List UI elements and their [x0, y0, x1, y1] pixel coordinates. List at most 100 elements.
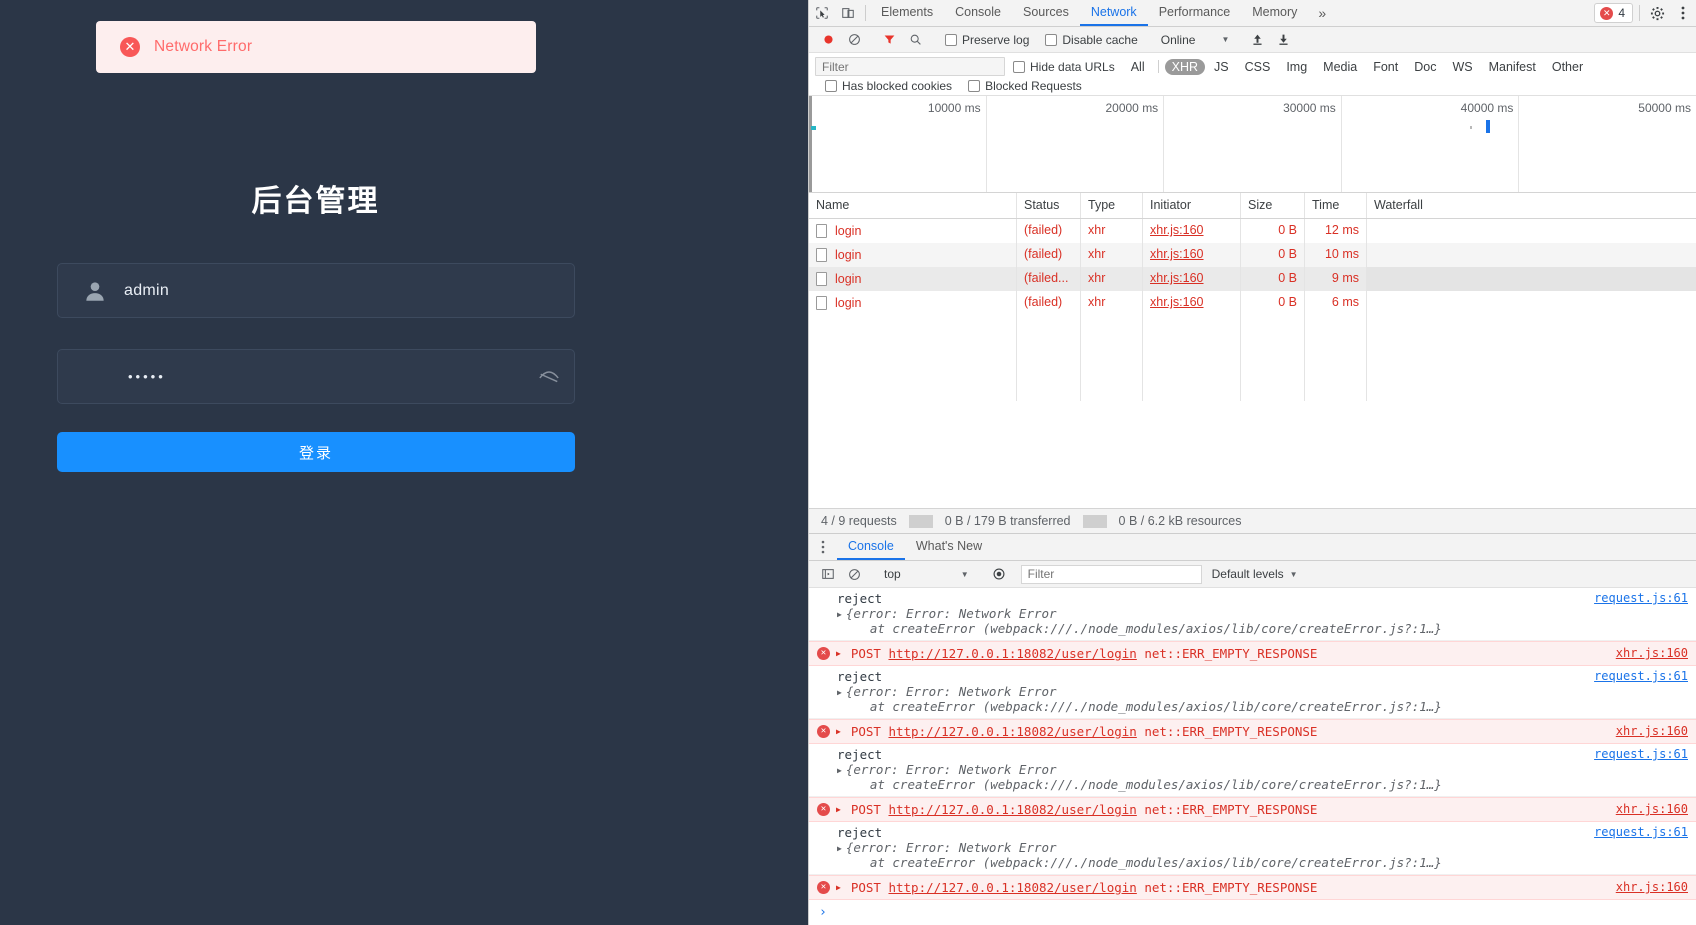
console-error-url[interactable]: http://127.0.0.1:18082/user/login — [888, 724, 1136, 739]
funnel-icon[interactable] — [876, 33, 902, 46]
expand-arrow-icon[interactable]: ▶ — [836, 649, 841, 658]
console-context-select[interactable]: top ▼ — [876, 567, 977, 581]
console-drawer: Console What's New top ▼ Filter Default … — [809, 533, 1696, 925]
column-header-waterfall[interactable]: Waterfall — [1367, 193, 1696, 218]
type-filter-xhr[interactable]: XHR — [1164, 58, 1206, 75]
login-button[interactable]: 登录 — [57, 432, 575, 472]
download-har-icon[interactable] — [1270, 33, 1296, 46]
column-header-initiator[interactable]: Initiator — [1143, 193, 1241, 218]
clear-console-icon[interactable] — [841, 568, 867, 581]
request-type: xhr — [1081, 267, 1143, 291]
password-field[interactable]: ••••• — [57, 349, 575, 404]
expand-arrow-icon[interactable]: ▶ — [837, 766, 842, 775]
column-header-time[interactable]: Time — [1305, 193, 1367, 218]
tab-elements[interactable]: Elements — [870, 0, 944, 26]
expand-arrow-icon[interactable]: ▶ — [837, 610, 842, 619]
eye-off-icon[interactable] — [538, 366, 560, 388]
request-initiator[interactable]: xhr.js:160 — [1143, 267, 1241, 291]
type-filter-all[interactable]: All — [1124, 59, 1152, 75]
console-entry[interactable]: reject ▶ {error: Error: Network Error at… — [809, 666, 1696, 719]
request-name-cell[interactable]: login — [809, 219, 1017, 243]
console-source-link[interactable]: request.js:61 — [1594, 669, 1688, 683]
request-name-cell[interactable]: login — [809, 267, 1017, 291]
table-row[interactable]: login (failed) xhr xhr.js:160 0 B 12 ms — [809, 219, 1696, 243]
request-name-cell[interactable]: login — [809, 291, 1017, 315]
request-initiator[interactable]: xhr.js:160 — [1143, 243, 1241, 267]
console-source-link[interactable]: request.js:61 — [1594, 825, 1688, 839]
tab-sources[interactable]: Sources — [1012, 0, 1080, 26]
console-sidebar-icon[interactable] — [815, 567, 841, 581]
drawer-tab-whats-new[interactable]: What's New — [905, 534, 993, 560]
expand-arrow-icon[interactable]: ▶ — [836, 805, 841, 814]
type-filter-css[interactable]: CSS — [1238, 59, 1278, 75]
record-button-icon[interactable] — [815, 33, 841, 46]
username-field[interactable]: admin — [57, 263, 575, 318]
type-filter-ws[interactable]: WS — [1445, 59, 1479, 75]
console-error-url[interactable]: http://127.0.0.1:18082/user/login — [888, 880, 1136, 895]
more-tabs-icon[interactable]: » — [1308, 0, 1336, 26]
type-filter-font[interactable]: Font — [1366, 59, 1405, 75]
console-entry[interactable]: reject ▶ {error: Error: Network Error at… — [809, 588, 1696, 641]
console-levels-select[interactable]: Default levels ▼ — [1202, 567, 1308, 581]
console-error-url[interactable]: http://127.0.0.1:18082/user/login — [888, 646, 1136, 661]
expand-arrow-icon[interactable]: ▶ — [837, 688, 842, 697]
request-initiator[interactable]: xhr.js:160 — [1143, 219, 1241, 243]
search-icon[interactable] — [902, 33, 928, 46]
console-entry[interactable]: reject ▶ {error: Error: Network Error at… — [809, 744, 1696, 797]
type-filter-manifest[interactable]: Manifest — [1482, 59, 1543, 75]
table-row[interactable]: login (failed) xhr xhr.js:160 0 B 6 ms — [809, 291, 1696, 315]
type-filter-other[interactable]: Other — [1545, 59, 1590, 75]
error-count-badge[interactable]: ✕ 4 — [1594, 3, 1633, 23]
tab-memory[interactable]: Memory — [1241, 0, 1308, 26]
throttling-select[interactable]: Online ▼ — [1155, 33, 1236, 47]
upload-har-icon[interactable] — [1244, 33, 1270, 46]
tab-performance[interactable]: Performance — [1148, 0, 1242, 26]
console-source-link[interactable]: request.js:61 — [1594, 747, 1688, 761]
console-source-link[interactable]: xhr.js:160 — [1616, 880, 1688, 894]
table-row[interactable]: login (failed... xhr xhr.js:160 0 B 9 ms — [809, 267, 1696, 291]
has-blocked-cookies-checkbox[interactable]: Has blocked cookies — [825, 79, 952, 93]
console-entry[interactable]: ✕ ▶ POST http://127.0.0.1:18082/user/log… — [809, 875, 1696, 900]
network-filter-input[interactable] — [815, 57, 1005, 76]
inspect-element-icon[interactable] — [809, 0, 835, 26]
live-expression-icon[interactable] — [986, 567, 1012, 581]
console-error-url[interactable]: http://127.0.0.1:18082/user/login — [888, 802, 1136, 817]
disable-cache-checkbox[interactable]: Disable cache — [1045, 33, 1138, 47]
console-source-link[interactable]: xhr.js:160 — [1616, 646, 1688, 660]
drawer-tab-console[interactable]: Console — [837, 534, 905, 560]
clear-icon[interactable] — [841, 33, 867, 46]
gear-icon[interactable] — [1644, 0, 1670, 26]
console-entry[interactable]: ✕ ▶ POST http://127.0.0.1:18082/user/log… — [809, 719, 1696, 744]
tab-console[interactable]: Console — [944, 0, 1012, 26]
request-initiator[interactable]: xhr.js:160 — [1143, 291, 1241, 315]
expand-arrow-icon[interactable]: ▶ — [837, 844, 842, 853]
expand-arrow-icon[interactable]: ▶ — [836, 727, 841, 736]
request-name-cell[interactable]: login — [809, 243, 1017, 267]
column-header-size[interactable]: Size — [1241, 193, 1305, 218]
console-filter-input[interactable] — [1020, 564, 1202, 584]
console-source-link[interactable]: xhr.js:160 — [1616, 802, 1688, 816]
preserve-log-checkbox[interactable]: Preserve log — [945, 33, 1029, 47]
type-filter-js[interactable]: JS — [1207, 59, 1236, 75]
console-prompt[interactable]: › — [809, 900, 1696, 925]
network-overview-timeline[interactable]: 10000 ms 20000 ms 30000 ms 40000 ms 5000… — [809, 96, 1696, 193]
column-header-name[interactable]: Name — [809, 193, 1017, 218]
device-toolbar-icon[interactable] — [835, 0, 861, 26]
blocked-requests-checkbox[interactable]: Blocked Requests — [968, 79, 1082, 93]
drawer-menu-icon[interactable] — [809, 534, 837, 560]
type-filter-doc[interactable]: Doc — [1407, 59, 1443, 75]
type-filter-img[interactable]: Img — [1279, 59, 1314, 75]
table-row[interactable]: login (failed) xhr xhr.js:160 0 B 10 ms — [809, 243, 1696, 267]
type-filter-media[interactable]: Media — [1316, 59, 1364, 75]
console-entry[interactable]: ✕ ▶ POST http://127.0.0.1:18082/user/log… — [809, 641, 1696, 666]
console-source-link[interactable]: xhr.js:160 — [1616, 724, 1688, 738]
column-header-type[interactable]: Type — [1081, 193, 1143, 218]
tab-network[interactable]: Network — [1079, 0, 1148, 26]
console-entry[interactable]: reject ▶ {error: Error: Network Error at… — [809, 822, 1696, 875]
console-entry[interactable]: ✕ ▶ POST http://127.0.0.1:18082/user/log… — [809, 797, 1696, 822]
expand-arrow-icon[interactable]: ▶ — [836, 883, 841, 892]
hide-data-urls-checkbox[interactable]: Hide data URLs — [1013, 60, 1115, 74]
kebab-menu-icon[interactable] — [1670, 0, 1696, 26]
column-header-status[interactable]: Status — [1017, 193, 1081, 218]
console-source-link[interactable]: request.js:61 — [1594, 591, 1688, 605]
